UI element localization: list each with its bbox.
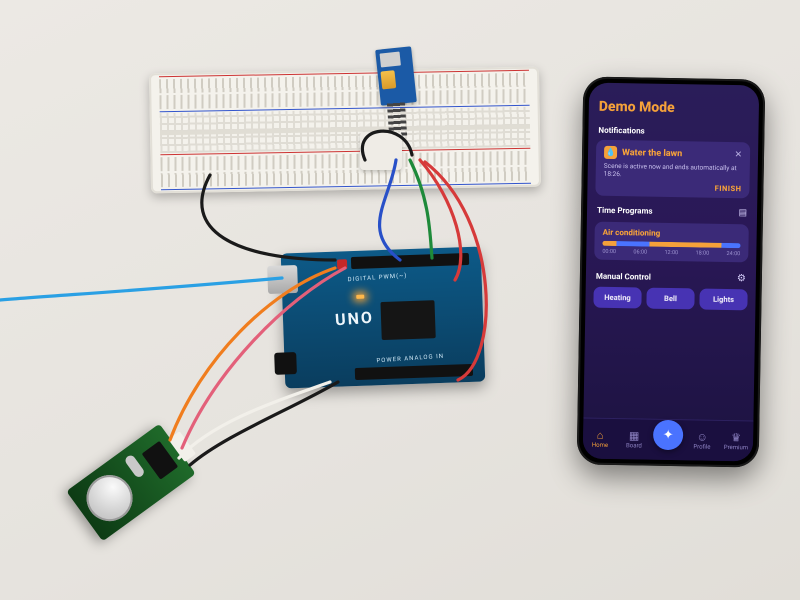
premium-icon: ♛ [731, 432, 741, 443]
level-shifter [360, 132, 402, 170]
section-title-notifications: Notifications [588, 121, 758, 140]
nav-item-home[interactable]: ⌂Home [583, 418, 618, 459]
arduino-power-jack [274, 352, 297, 375]
manual-control-pill[interactable]: Heating [593, 287, 641, 309]
timeline-tick: 00:00 [602, 249, 616, 255]
nav-label: Profile [693, 443, 710, 450]
nav-item-premium[interactable]: ♛Premium [719, 421, 754, 462]
rtc-coin-cell [77, 466, 141, 530]
arduino-digital-label: DIGITAL PWM(~) [347, 272, 407, 283]
bottom-navbar: ⌂Home▦Board✦☺Profile♛Premium [583, 417, 754, 461]
water-icon: 💧 [604, 146, 617, 159]
app-header: Demo Mode [589, 97, 759, 124]
arduino-usb-port [267, 265, 298, 294]
arduino-uno: DIGITAL PWM(~) UNO POWER ANALOG IN [281, 247, 486, 389]
finish-button[interactable]: FINISH [603, 180, 741, 193]
notification-card[interactable]: 💧 Water the lawn ✕ Scene is active now a… [595, 140, 750, 199]
arduino-power-led [356, 295, 364, 299]
timeline-tick: 06:00 [633, 250, 647, 256]
arduino-mcu-chip [380, 300, 435, 340]
rtc-module [66, 424, 195, 542]
nav-item-profile[interactable]: ☺Profile [685, 420, 720, 461]
manual-control-pills: HeatingBellLights [585, 287, 755, 315]
nav-item-board[interactable]: ▦Board [617, 419, 652, 460]
timeline-tick: 18:00 [695, 251, 709, 257]
rtc-crystal [124, 454, 146, 479]
notification-title: Water the lawn [622, 148, 730, 160]
nav-label: Home [592, 441, 608, 448]
nav-label: Premium [724, 443, 748, 450]
manual-control-pill[interactable]: Lights [699, 289, 747, 311]
arduino-power-analog-header [355, 364, 473, 380]
phone-screen[interactable]: Demo Mode Notifications 💧 Water the lawn… [583, 83, 760, 462]
section-title-time-programs: Time Programs [597, 202, 653, 220]
section-title-manual-control: Manual Control [596, 268, 651, 286]
bluetooth-module [375, 46, 417, 105]
time-program-card[interactable]: Air conditioning 00:0006:0012:0018:0024:… [594, 222, 749, 263]
photo-stage: DIGITAL PWM(~) UNO POWER ANALOG IN [0, 0, 800, 600]
timeline-tick: 24:00 [727, 251, 741, 257]
manual-control-pill[interactable]: Bell [646, 288, 694, 310]
action-icon[interactable]: ✦ [653, 420, 684, 451]
rtc-connector [168, 431, 196, 462]
list-icon[interactable]: ▤ [738, 208, 747, 218]
smartphone: Demo Mode Notifications 💧 Water the lawn… [577, 76, 766, 467]
timeline-tick: 12:00 [664, 250, 678, 256]
arduino-power-label: POWER ANALOG IN [376, 353, 444, 365]
board-icon: ▦ [629, 430, 640, 441]
gear-icon[interactable]: ⚙ [737, 273, 746, 284]
arduino-digital-header [351, 253, 469, 269]
close-icon[interactable]: ✕ [734, 150, 742, 160]
arduino-board-label: UNO [334, 308, 374, 330]
profile-icon: ☺ [696, 431, 707, 442]
nav-label: Board [626, 442, 642, 449]
notification-body: Scene is active now and ends automatical… [604, 159, 742, 183]
nav-center-action[interactable]: ✦ [651, 420, 686, 461]
breadboard [149, 67, 541, 194]
home-icon: ⌂ [597, 429, 604, 440]
arduino-reset-button [337, 259, 347, 269]
